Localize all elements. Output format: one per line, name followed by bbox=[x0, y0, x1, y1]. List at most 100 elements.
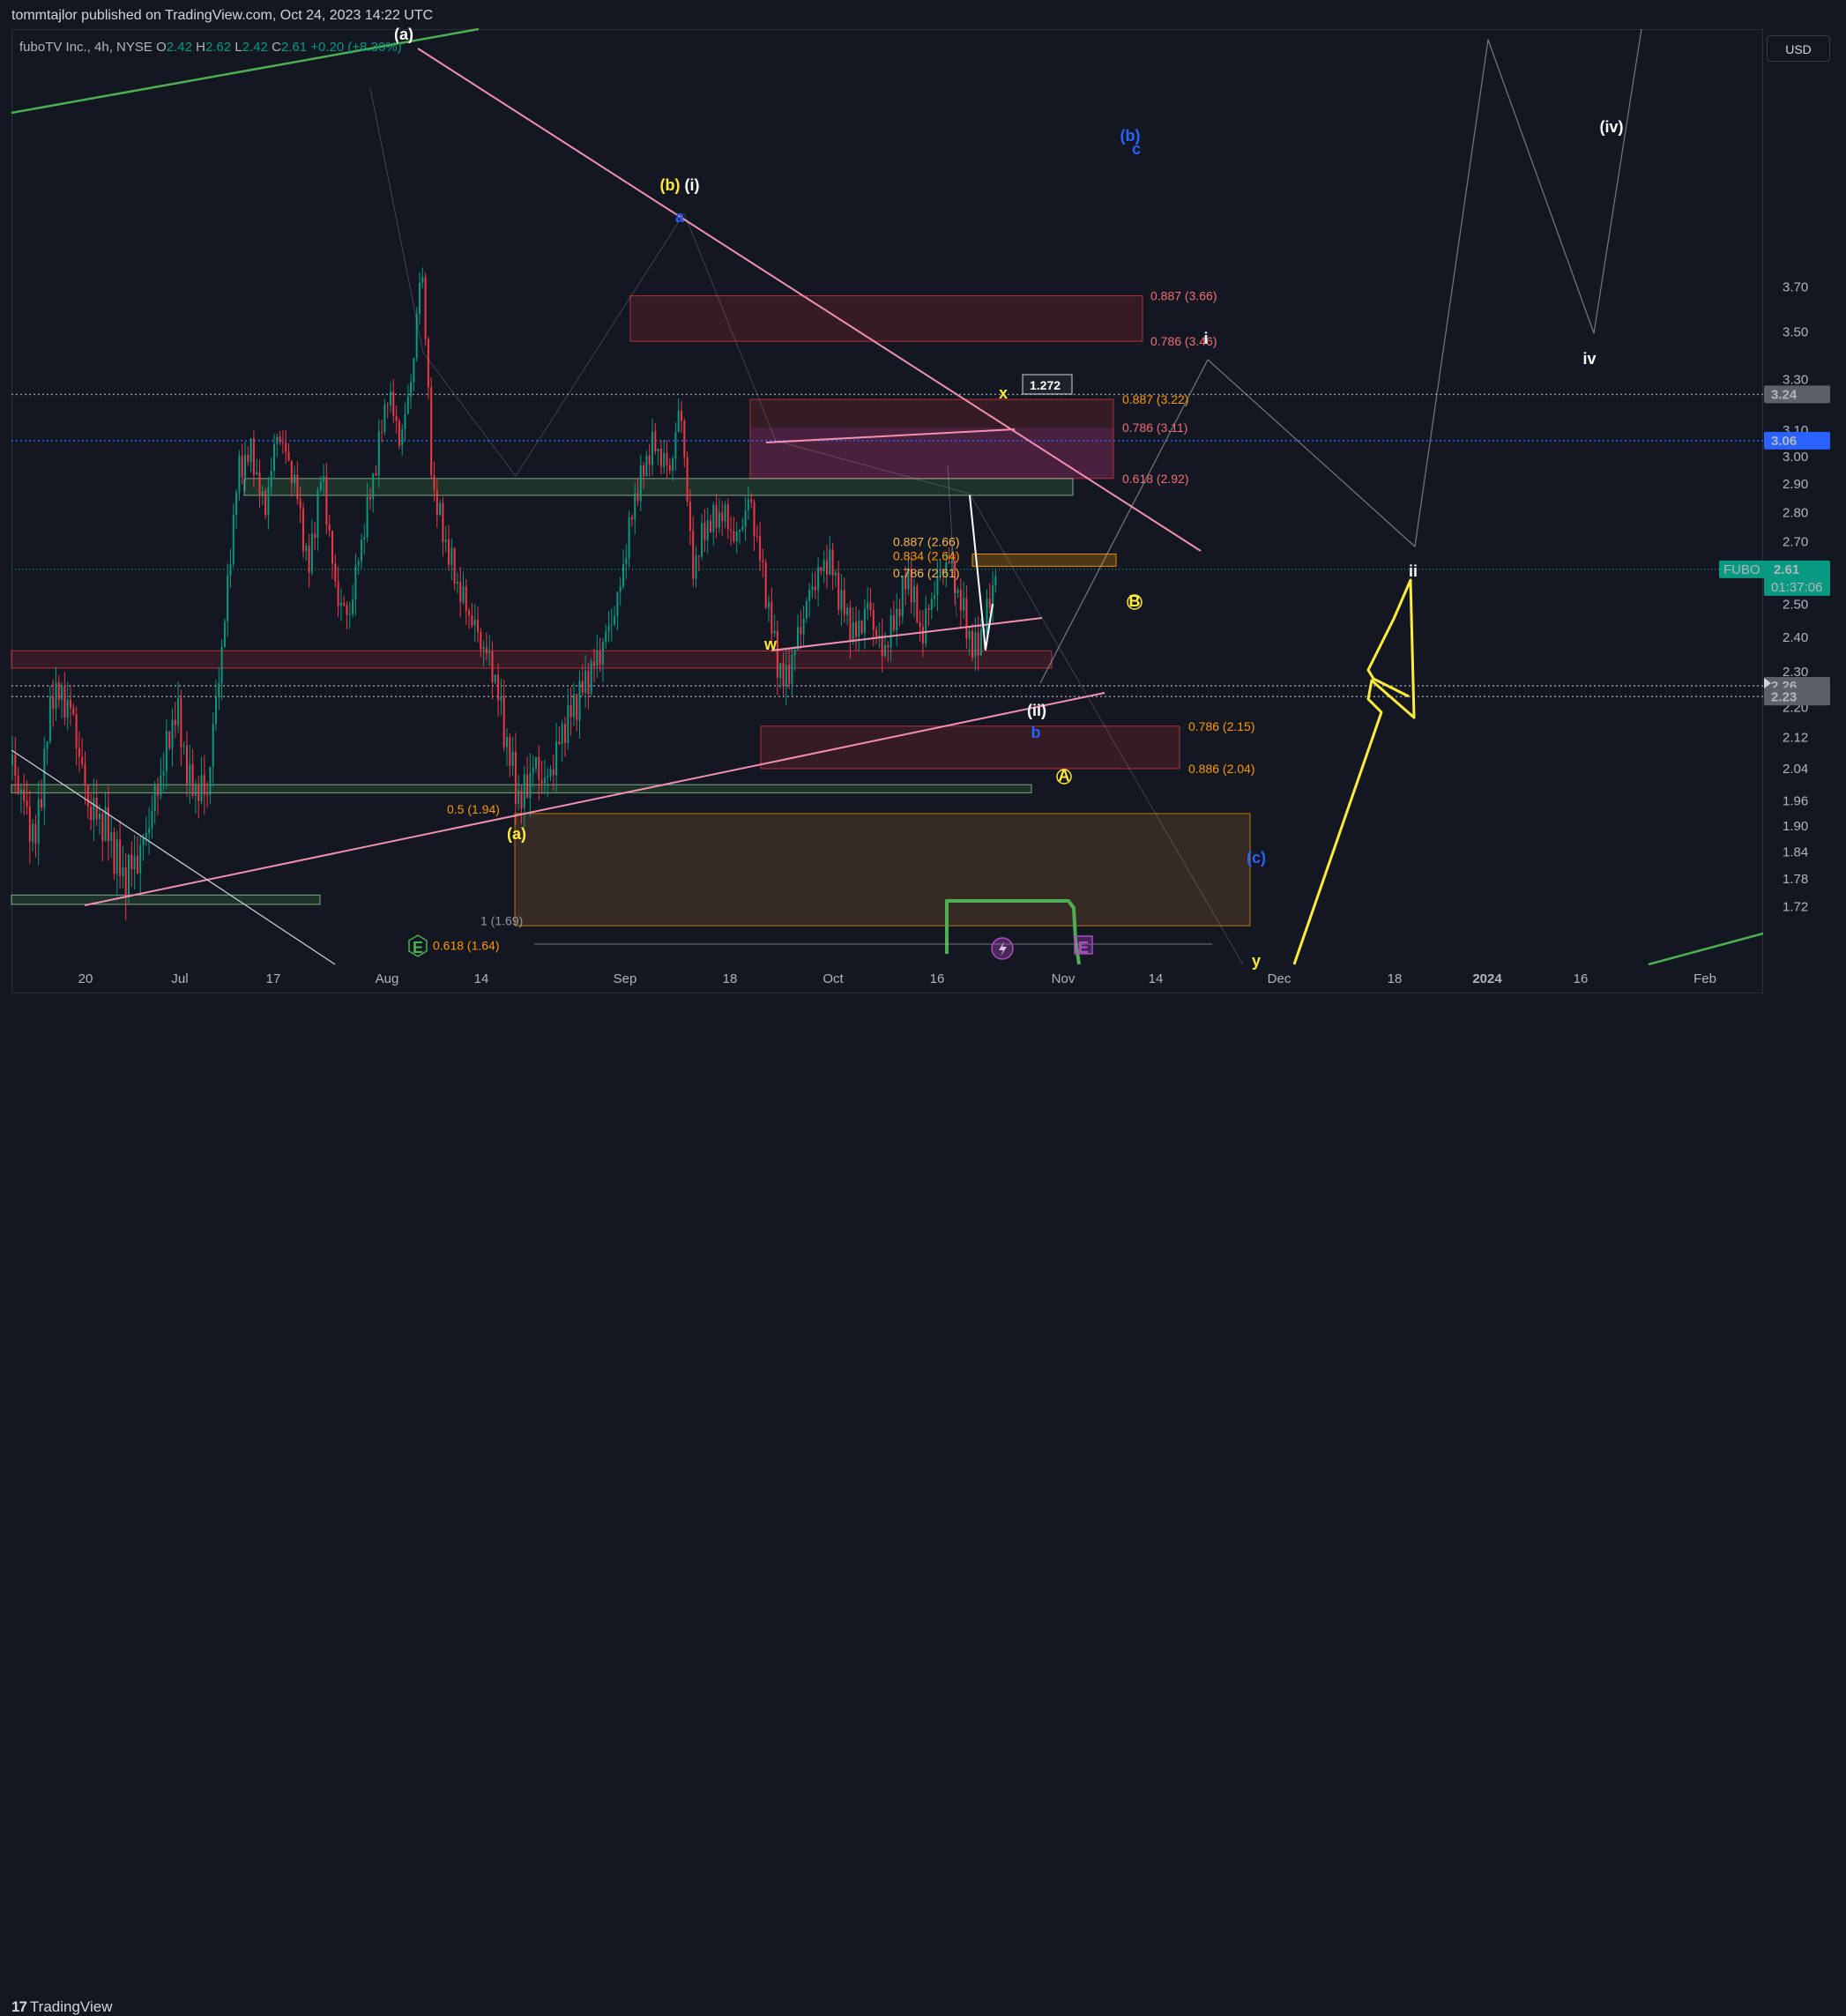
candle-body bbox=[849, 607, 852, 643]
y-tick-label: 2.90 bbox=[1783, 477, 1808, 492]
candle-body bbox=[683, 420, 686, 458]
candle-body bbox=[779, 663, 782, 679]
candle-body bbox=[750, 499, 753, 502]
extension-label: 1.272 bbox=[1030, 378, 1061, 392]
candle-body bbox=[520, 790, 523, 808]
candle-body bbox=[52, 696, 55, 710]
candle-body bbox=[791, 655, 793, 684]
candle-body bbox=[561, 724, 563, 744]
candle-body bbox=[427, 338, 429, 388]
candle-body bbox=[514, 751, 517, 804]
candle-body bbox=[572, 694, 575, 718]
candle-body bbox=[578, 681, 581, 720]
candle-body bbox=[739, 529, 741, 532]
candle-body bbox=[279, 436, 281, 443]
wave-label: b bbox=[1031, 724, 1041, 741]
candle-body bbox=[887, 645, 890, 648]
fib-label: 1 (1.69) bbox=[480, 914, 523, 928]
candle-body bbox=[517, 790, 520, 804]
candle-body bbox=[372, 472, 375, 500]
candle-body bbox=[502, 696, 505, 748]
candle-body bbox=[383, 405, 386, 433]
candle-body bbox=[863, 608, 866, 634]
open-label: O bbox=[156, 40, 167, 55]
wave-label: A bbox=[1059, 767, 1070, 785]
candle-body bbox=[988, 599, 991, 608]
x-tick-label: Jul bbox=[171, 971, 188, 986]
candle-body bbox=[724, 504, 726, 522]
chart-canvas[interactable]: 0.887 (3.66)0.786 (3.46)0.887 (3.22)0.78… bbox=[0, 0, 1846, 1034]
candle-body bbox=[770, 601, 773, 634]
candle-body bbox=[884, 645, 886, 657]
candle-body bbox=[782, 663, 785, 688]
candle-body bbox=[235, 492, 238, 516]
candle-body bbox=[494, 674, 496, 683]
candle-body bbox=[430, 387, 433, 476]
candle-body bbox=[410, 382, 413, 398]
candle-body bbox=[133, 856, 136, 869]
candle-body bbox=[323, 476, 325, 482]
candle-body bbox=[299, 499, 301, 509]
candle-body bbox=[677, 411, 680, 433]
candle-body bbox=[648, 456, 651, 465]
candle-body bbox=[540, 779, 543, 784]
candle-body bbox=[439, 502, 442, 516]
candle-body bbox=[174, 719, 176, 725]
tradingview-logo[interactable]: 17 TradingView bbox=[11, 1998, 112, 2016]
candle-body bbox=[249, 438, 252, 463]
fib-label: 0.618 (1.64) bbox=[433, 938, 500, 952]
candle-body bbox=[115, 839, 118, 874]
candle-body bbox=[668, 465, 671, 471]
candle-body bbox=[165, 731, 167, 772]
candle-body bbox=[526, 774, 529, 799]
x-tick-label: Dec bbox=[1268, 971, 1291, 986]
candle-body bbox=[823, 560, 825, 572]
candle-body bbox=[630, 517, 633, 520]
fib-label: 0.5 (1.94) bbox=[447, 802, 500, 816]
candle-body bbox=[672, 458, 674, 471]
candle-body bbox=[555, 741, 558, 776]
candle-body bbox=[741, 526, 744, 530]
candle-body bbox=[223, 621, 226, 647]
currency-button[interactable]: USD bbox=[1767, 35, 1830, 62]
candle-body bbox=[511, 751, 514, 766]
candle-body bbox=[788, 665, 791, 684]
candle-body bbox=[587, 670, 590, 695]
wave-label: E bbox=[413, 939, 423, 956]
x-tick-label: 16 bbox=[1574, 971, 1589, 986]
candle-body bbox=[215, 696, 217, 725]
candle-body bbox=[956, 590, 959, 593]
fib-label: 0.887 (3.22) bbox=[1122, 392, 1189, 406]
candle-body bbox=[124, 867, 127, 897]
candle-body bbox=[368, 496, 371, 500]
candle-body bbox=[390, 391, 391, 405]
candle-body bbox=[34, 823, 37, 844]
candle-body bbox=[122, 867, 124, 876]
candle-body bbox=[959, 590, 962, 611]
change-value: +0.20 (+8.30%) bbox=[310, 40, 402, 55]
candle-body bbox=[473, 620, 476, 626]
candle-body bbox=[442, 502, 444, 542]
candle-body bbox=[375, 472, 377, 476]
candle-body bbox=[994, 576, 997, 586]
candle-body bbox=[153, 785, 156, 812]
candle-body bbox=[681, 411, 682, 421]
candle-body bbox=[837, 572, 840, 610]
candle-body bbox=[607, 625, 610, 632]
candle-body bbox=[421, 277, 424, 283]
y-tick-label: 1.78 bbox=[1783, 872, 1808, 887]
symbol-legend[interactable]: fuboTV Inc., 4h, NYSE O2.42 H2.62 L2.42 … bbox=[19, 40, 402, 55]
candle-body bbox=[357, 561, 360, 566]
candle-body bbox=[921, 627, 924, 643]
candle-body bbox=[273, 443, 275, 472]
candle-body bbox=[398, 420, 400, 446]
price-label-text: 2.23 bbox=[1771, 689, 1797, 704]
candle-body bbox=[182, 745, 185, 748]
candle-body bbox=[319, 481, 322, 491]
x-tick-label: Sep bbox=[614, 971, 637, 986]
candle-body bbox=[267, 487, 270, 516]
y-tick-label: 1.72 bbox=[1783, 900, 1808, 915]
wave-label: (iv) bbox=[1600, 118, 1624, 136]
zone-orange bbox=[971, 553, 1117, 567]
fib-label: 0.834 (2.64) bbox=[893, 548, 960, 562]
